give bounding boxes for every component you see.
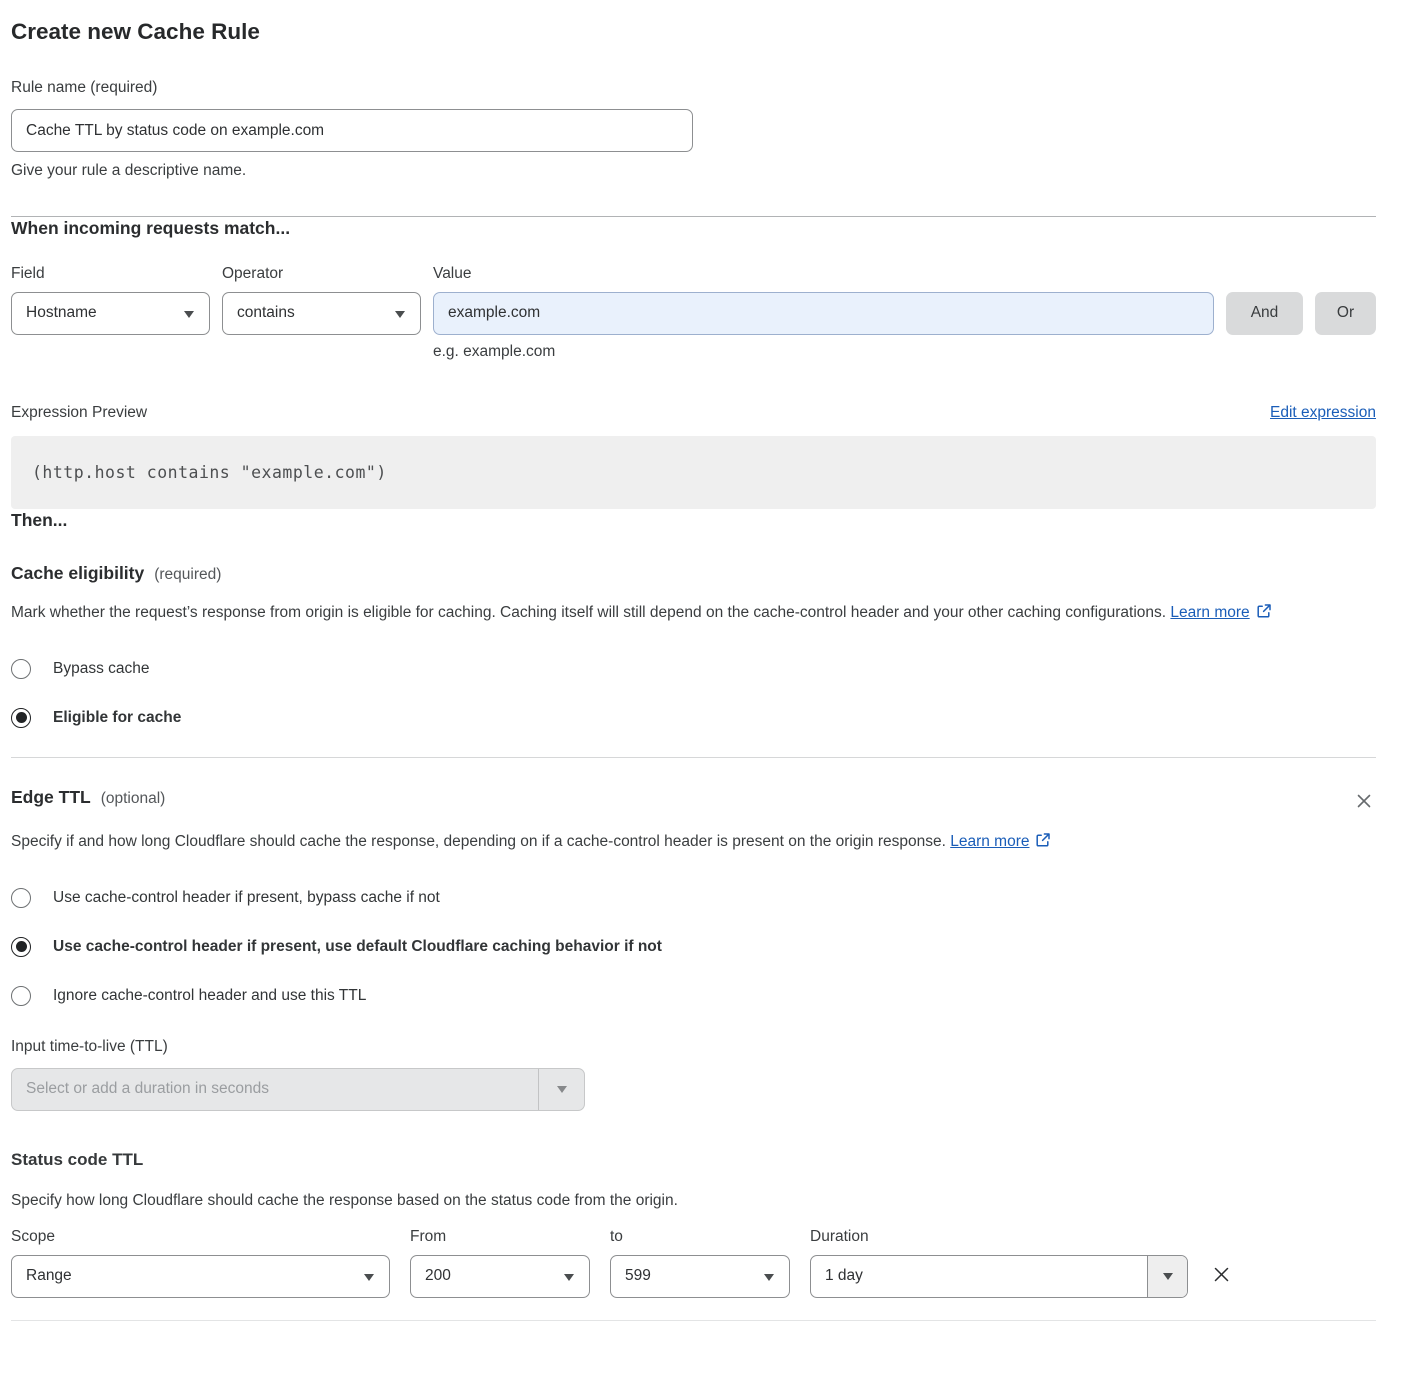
- cache-eligibility-qualifier: (required): [154, 566, 221, 584]
- chevron-down-icon: [364, 1274, 374, 1281]
- expression-preview-box: (http.host contains "example.com"): [11, 436, 1376, 509]
- to-select[interactable]: 599: [610, 1255, 790, 1298]
- radio-icon[interactable]: [11, 986, 31, 1006]
- radio-icon[interactable]: [11, 937, 31, 957]
- match-builder: Field Operator Value Hostname contains A…: [11, 265, 1376, 361]
- remove-icon: [1210, 1263, 1233, 1286]
- status-code-ttl-row: Scope From to Duration Range 200 599 1 d…: [11, 1228, 1376, 1298]
- external-link-icon: [1035, 832, 1051, 848]
- edge-ttl-learn-more-link[interactable]: Learn more: [950, 833, 1029, 850]
- ttl-input-label: Input time-to-live (TTL): [11, 1038, 1376, 1056]
- remove-status-ttl-row-button[interactable]: [1208, 1261, 1235, 1291]
- chevron-down-icon: [557, 1086, 567, 1093]
- edge-ttl-close-button[interactable]: [1352, 789, 1376, 816]
- radio-icon[interactable]: [11, 888, 31, 908]
- from-label: From: [410, 1228, 590, 1246]
- or-button[interactable]: Or: [1315, 292, 1376, 335]
- radio-option-eligible-for-cache[interactable]: Eligible for cache: [11, 703, 1376, 733]
- edge-ttl-description: Specify if and how long Cloudflare shoul…: [11, 828, 1131, 856]
- scope-select-value: Range: [26, 1267, 72, 1285]
- cache-eligibility-description-text: Mark whether the request’s response from…: [11, 604, 1166, 621]
- chevron-down-icon: [1163, 1273, 1173, 1280]
- radio-icon[interactable]: [11, 659, 31, 679]
- from-select-value: 200: [425, 1267, 451, 1285]
- to-select-value: 599: [625, 1267, 651, 1285]
- radio-option-label: Ignore cache-control header and use this…: [53, 981, 366, 1011]
- chevron-down-icon: [395, 311, 405, 318]
- edge-ttl-description-text: Specify if and how long Cloudflare shoul…: [11, 833, 946, 850]
- expression-preview-label: Expression Preview: [11, 404, 147, 422]
- chevron-down-icon: [764, 1274, 774, 1281]
- section-divider: [11, 757, 1376, 758]
- chevron-down-icon: [184, 311, 194, 318]
- external-link-icon: [1256, 603, 1272, 619]
- match-heading: When incoming requests match...: [11, 217, 1376, 240]
- close-icon: [1354, 791, 1374, 811]
- duration-label: Duration: [810, 1228, 1188, 1246]
- field-select-value: Hostname: [26, 304, 97, 322]
- edge-ttl-qualifier: (optional): [101, 790, 166, 808]
- rule-name-input[interactable]: [11, 109, 693, 152]
- ttl-duration-placeholder: Select or add a duration in seconds: [12, 1069, 538, 1110]
- duration-dropdown-toggle[interactable]: [1147, 1256, 1187, 1297]
- value-helper: e.g. example.com: [433, 343, 1214, 361]
- expression-code: (http.host contains "example.com"): [32, 463, 387, 482]
- radio-option-label: Use cache-control header if present, use…: [53, 932, 662, 962]
- cache-eligibility-description: Mark whether the request’s response from…: [11, 599, 1356, 627]
- field-select[interactable]: Hostname: [11, 292, 210, 335]
- radio-option-cc-default[interactable]: Use cache-control header if present, use…: [11, 932, 1376, 962]
- edit-expression-link[interactable]: Edit expression: [1270, 404, 1376, 422]
- radio-option-label: Bypass cache: [53, 654, 150, 684]
- operator-select-value: contains: [237, 304, 295, 322]
- edge-ttl-options: Use cache-control header if present, byp…: [11, 883, 1376, 1011]
- value-label: Value: [433, 265, 1214, 283]
- scope-label: Scope: [11, 1228, 390, 1246]
- cache-eligibility-learn-more-link[interactable]: Learn more: [1170, 604, 1249, 621]
- cache-eligibility-options: Bypass cache Eligible for cache: [11, 654, 1376, 733]
- status-code-ttl-description: Specify how long Cloudflare should cache…: [11, 1187, 1376, 1215]
- radio-option-bypass-cache[interactable]: Bypass cache: [11, 654, 1376, 684]
- ttl-duration-dropdown-toggle[interactable]: [538, 1069, 584, 1110]
- radio-option-label: Eligible for cache: [53, 703, 181, 733]
- value-input[interactable]: [433, 292, 1214, 335]
- ttl-duration-select[interactable]: Select or add a duration in seconds: [11, 1068, 585, 1111]
- then-heading: Then...: [11, 509, 1376, 532]
- operator-label: Operator: [222, 265, 421, 283]
- bottom-divider: [11, 1320, 1376, 1321]
- and-button[interactable]: And: [1226, 292, 1303, 335]
- to-label: to: [610, 1228, 790, 1246]
- scope-select[interactable]: Range: [11, 1255, 390, 1298]
- field-label: Field: [11, 265, 210, 283]
- radio-option-cc-bypass[interactable]: Use cache-control header if present, byp…: [11, 883, 1376, 913]
- cache-eligibility-heading: Cache eligibility: [11, 563, 144, 584]
- create-cache-rule-form: Create new Cache Rule Rule name (require…: [0, 0, 1412, 1331]
- duration-select-value: 1 day: [811, 1256, 1147, 1297]
- duration-select[interactable]: 1 day: [810, 1255, 1188, 1298]
- status-code-ttl-heading: Status code TTL: [11, 1150, 1376, 1170]
- operator-select[interactable]: contains: [222, 292, 421, 335]
- radio-option-label: Use cache-control header if present, byp…: [53, 883, 440, 913]
- edge-ttl-heading: Edge TTL: [11, 787, 91, 808]
- from-select[interactable]: 200: [410, 1255, 590, 1298]
- rule-name-label: Rule name (required): [11, 79, 1376, 97]
- rule-name-helper: Give your rule a descriptive name.: [11, 162, 1376, 180]
- radio-icon[interactable]: [11, 708, 31, 728]
- radio-option-ignore-cc[interactable]: Ignore cache-control header and use this…: [11, 981, 1376, 1011]
- page-title: Create new Cache Rule: [11, 18, 1376, 46]
- chevron-down-icon: [564, 1274, 574, 1281]
